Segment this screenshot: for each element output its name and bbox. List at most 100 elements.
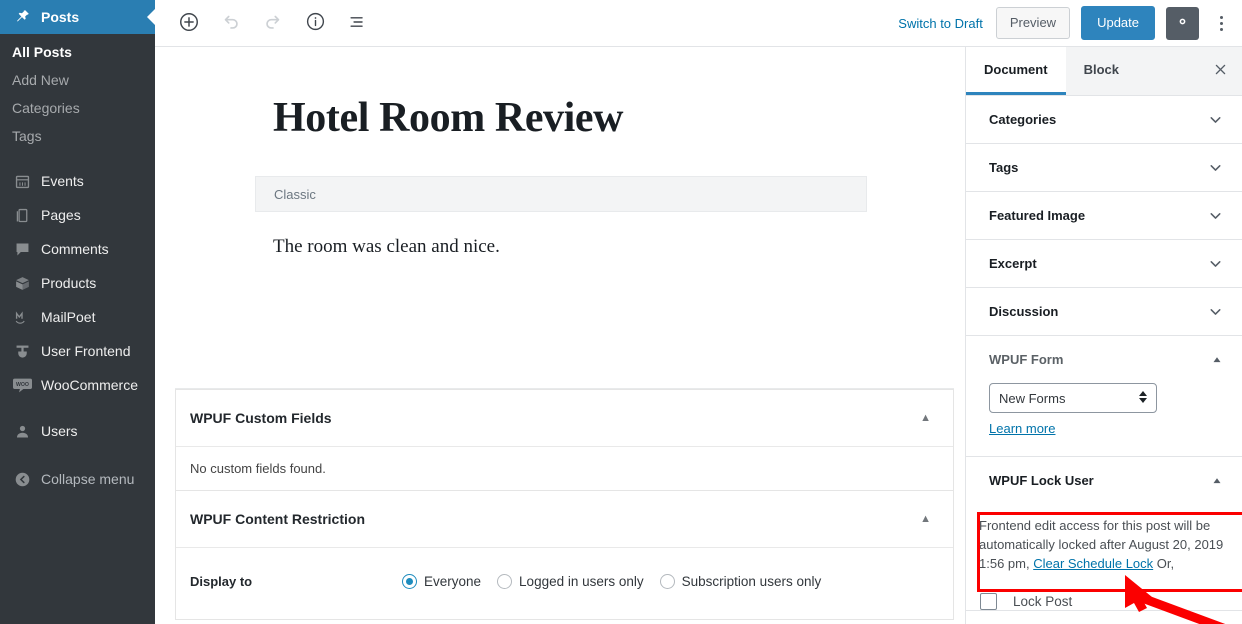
info-circle-icon	[305, 11, 326, 35]
metabox-header[interactable]: WPUF Content Restriction ▲	[176, 491, 953, 547]
chevron-down-icon[interactable]	[1207, 303, 1224, 320]
chevron-up-icon[interactable]: ▲	[920, 513, 931, 525]
sidebar-item-comments[interactable]: Comments	[0, 232, 155, 266]
panel-section-discussion: Discussion	[966, 288, 1242, 336]
sidebar-item-label: Comments	[41, 241, 109, 257]
panel-section-featured-image: Featured Image	[966, 192, 1242, 240]
tab-document[interactable]: Document	[966, 47, 1066, 95]
metabox-header[interactable]: WPUF Custom Fields ▲	[176, 390, 953, 446]
panel-section-header[interactable]: WPUF Lock User	[966, 457, 1242, 504]
wpuf-form-select-wrapper: New Forms	[989, 383, 1157, 413]
toolbar-right-group: Switch to Draft Preview Update	[896, 6, 1242, 40]
add-block-button[interactable]	[171, 5, 207, 41]
display-to-label: Display to	[190, 574, 253, 589]
tab-block[interactable]: Block	[1066, 47, 1137, 95]
mailpoet-m-icon	[12, 307, 32, 327]
kebab-dot	[1219, 27, 1223, 31]
switch-to-draft-button[interactable]: Switch to Draft	[896, 12, 985, 35]
panel-section-header[interactable]: Categories	[966, 96, 1242, 143]
panel-section-header[interactable]: WPUF Form	[966, 336, 1242, 383]
sidebar-subitem-all-posts[interactable]: All Posts	[0, 38, 155, 66]
chevron-up-icon[interactable]	[1210, 353, 1224, 367]
panel-section-title: WPUF Form	[989, 352, 1064, 367]
panel-section-title: Featured Image	[989, 208, 1086, 223]
metabox-wpuf-content-restriction: WPUF Content Restriction ▲ Display to Ev…	[175, 491, 954, 620]
radio-label: Everyone	[424, 574, 482, 589]
sidebar-item-posts[interactable]: Posts	[0, 0, 156, 34]
panel-section-header[interactable]: Excerpt	[966, 240, 1242, 287]
sidebar-subitem-add-new[interactable]: Add New	[0, 66, 155, 94]
radio-everyone[interactable]: Everyone	[402, 574, 481, 589]
display-to-row: Display to Everyone Logged in users only	[190, 574, 939, 589]
admin-sidebar: Posts All Posts Add New Categories Tags …	[0, 0, 156, 624]
content-info-button[interactable]	[297, 5, 333, 41]
editor-toolbar: Switch to Draft Preview Update	[155, 0, 1242, 47]
metabox-body: No custom fields found.	[176, 446, 953, 490]
post-body-paragraph[interactable]: The room was clean and nice.	[273, 232, 873, 262]
sidebar-item-events[interactable]: Events	[0, 164, 155, 198]
sidebar-item-user-frontend[interactable]: User Frontend	[0, 334, 155, 368]
svg-text:WOO: WOO	[16, 382, 29, 388]
metabox-area: WPUF Custom Fields ▲ No custom fields fo…	[175, 388, 954, 620]
chevron-down-icon[interactable]	[1207, 111, 1224, 128]
sidebar-item-woocommerce[interactable]: WOO WooCommerce	[0, 368, 155, 402]
panel-section-title: WPUF Lock User	[989, 473, 1094, 488]
learn-more-link[interactable]: Learn more	[989, 421, 1055, 436]
chevron-down-icon[interactable]	[1207, 159, 1224, 176]
close-panel-button[interactable]	[1198, 47, 1242, 95]
sidebar-item-label: Products	[41, 275, 97, 291]
sidebar-item-users[interactable]: Users	[0, 414, 155, 448]
panel-section-wpuf-form: WPUF Form New Forms Learn more	[966, 336, 1242, 457]
metabox-wpuf-custom-fields: WPUF Custom Fields ▲ No custom fields fo…	[175, 389, 954, 491]
posts-submenu: All Posts Add New Categories Tags	[0, 34, 155, 158]
radio-logged-in-users-only[interactable]: Logged in users only	[497, 574, 644, 589]
radio-label: Logged in users only	[519, 574, 644, 589]
user-icon	[12, 421, 32, 441]
sidebar-item-mailpoet[interactable]: MailPoet	[0, 300, 155, 334]
lock-post-label: Lock Post	[1013, 594, 1073, 609]
settings-button[interactable]	[1166, 6, 1199, 40]
metabox-title: WPUF Custom Fields	[190, 410, 332, 426]
sidebar-item-products[interactable]: Products	[0, 266, 155, 300]
kebab-dot	[1219, 21, 1223, 25]
more-options-button[interactable]	[1210, 7, 1232, 40]
calendar-icon	[12, 171, 32, 191]
chevron-up-icon[interactable]: ▲	[920, 412, 931, 424]
sidebar-item-label: Posts	[41, 9, 80, 25]
close-icon	[1213, 62, 1228, 80]
lock-post-checkbox[interactable]	[980, 593, 997, 610]
preview-button[interactable]: Preview	[995, 7, 1071, 39]
wpuf-form-select[interactable]: New Forms	[989, 383, 1157, 413]
panel-section-header[interactable]: Discussion	[966, 288, 1242, 335]
panel-section-header[interactable]: Featured Image	[966, 192, 1242, 239]
panel-section-title: Excerpt	[989, 256, 1037, 271]
toolbar-left-group	[155, 5, 375, 41]
sidebar-collapse-menu[interactable]: Collapse menu	[0, 462, 155, 496]
sidebar-subitem-categories[interactable]: Categories	[0, 94, 155, 122]
plus-circle-icon	[178, 11, 200, 36]
undo-button[interactable]	[213, 5, 249, 41]
radio-subscription-users-only[interactable]: Subscription users only	[659, 574, 821, 589]
sidebar-item-pages[interactable]: Pages	[0, 198, 155, 232]
sidebar-item-label: Users	[41, 423, 78, 439]
update-button[interactable]: Update	[1081, 6, 1155, 40]
classic-block-header[interactable]: Classic	[255, 176, 867, 213]
clear-schedule-lock-link[interactable]: Clear Schedule Lock	[1033, 556, 1153, 571]
redo-button[interactable]	[255, 5, 291, 41]
sidebar-subitem-tags[interactable]: Tags	[0, 122, 155, 150]
chevron-down-icon[interactable]	[1207, 255, 1224, 272]
sidebar-main-items: Events Pages Comments Products MailPoet …	[0, 164, 155, 496]
chevron-down-icon[interactable]	[1207, 207, 1224, 224]
wpuf-form-body: New Forms Learn more	[966, 383, 1242, 456]
panel-section-wpuf-lock-user: WPUF Lock User Frontend edit access for …	[966, 457, 1242, 611]
post-title[interactable]: Hotel Room Review	[155, 47, 965, 141]
metabox-title: WPUF Content Restriction	[190, 511, 365, 527]
gear-icon	[1174, 13, 1191, 33]
list-view-icon	[347, 12, 367, 35]
panel-section-header[interactable]: Tags	[966, 144, 1242, 191]
block-navigation-button[interactable]	[339, 5, 375, 41]
sidebar-item-label: Pages	[41, 207, 81, 223]
chevron-up-icon[interactable]	[1210, 474, 1224, 488]
comment-icon	[12, 239, 32, 259]
schedule-lock-notice: Frontend edit access for this post will …	[966, 504, 1242, 583]
